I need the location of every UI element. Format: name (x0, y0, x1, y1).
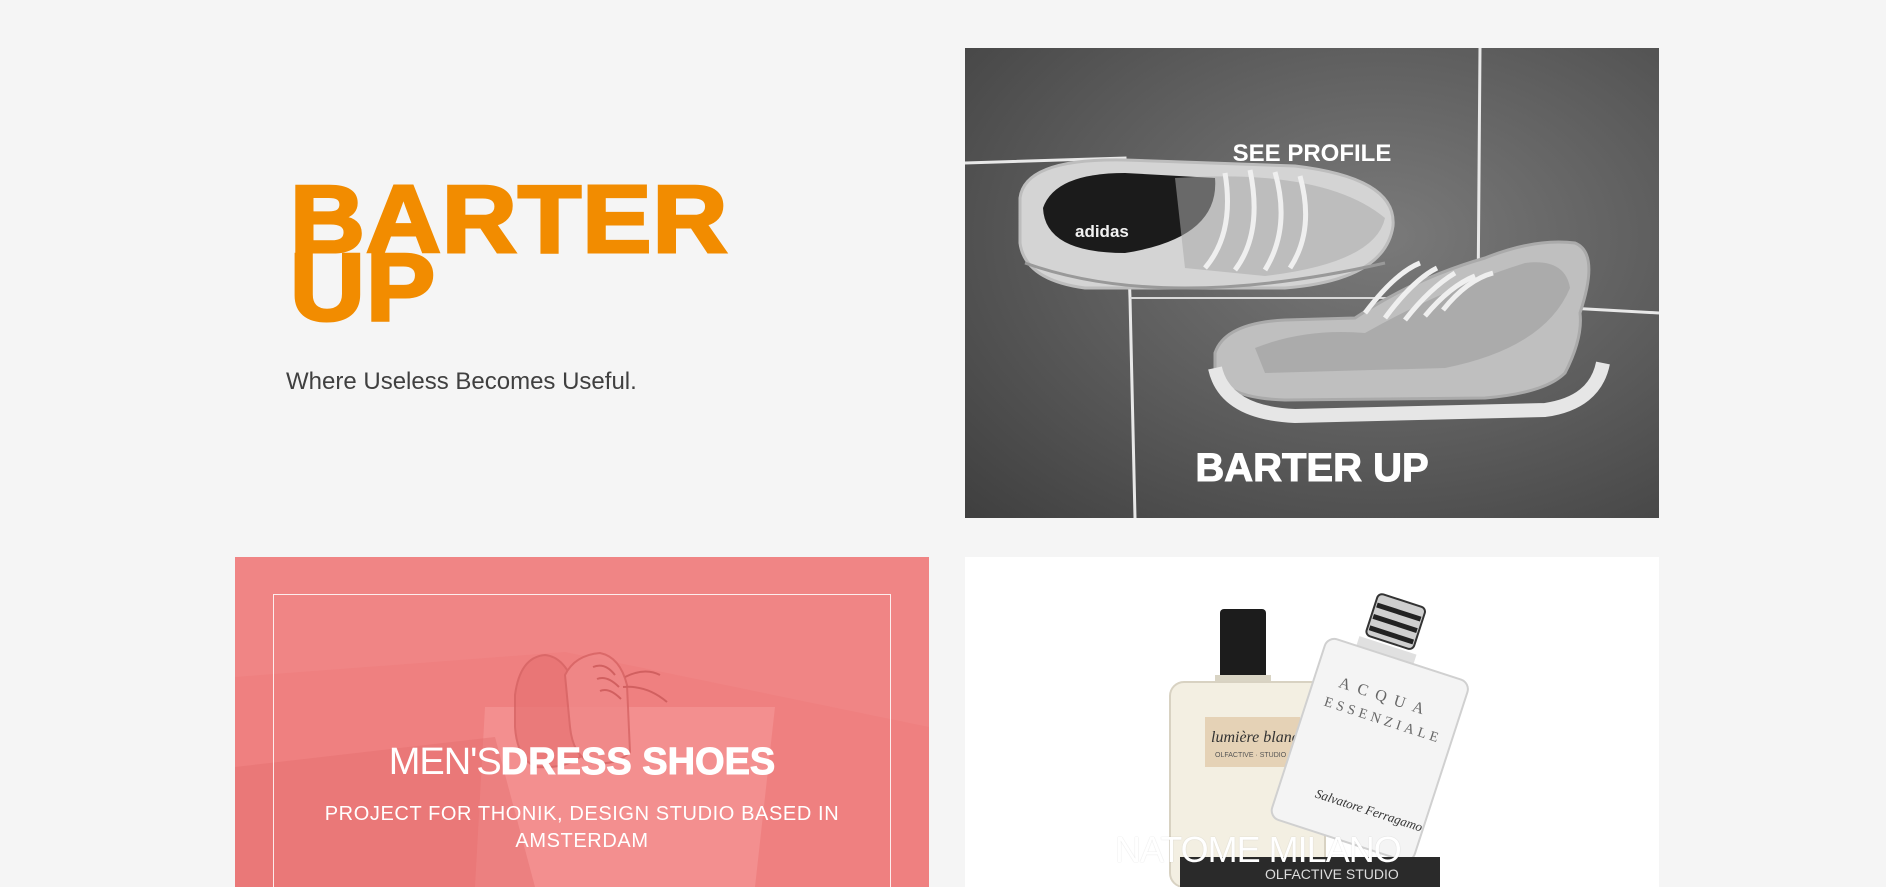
card-heading: MEN'SDRESS SHOES (235, 741, 929, 783)
card-heading-light: MEN'S (388, 741, 502, 783)
portfolio-card-dress-shoes[interactable]: MEN'SDRESS SHOES PROJECT FOR THONIK, DES… (235, 557, 929, 887)
bottle-label-small: OLFACTIVE · STUDIO (1215, 752, 1287, 759)
adidas-logo-text: adidas (1075, 222, 1129, 241)
tagline: Where Useless Becomes Useful. (286, 368, 637, 395)
card-description: PROJECT FOR THONIK, DESIGN STUDIO BASED … (324, 803, 840, 852)
card-heading-bold: DRESS SHOES (500, 741, 776, 783)
see-profile-link[interactable]: SEE PROFILE (965, 140, 1659, 168)
portfolio-card-perfume[interactable]: lumière blanche OLFACTIVE · STUDIO ACQUA… (965, 557, 1659, 887)
card-title: BARTER UP (1195, 446, 1429, 491)
brand-logo-line-2: UP (288, 234, 437, 341)
card-caption: NATOME MILANO (1115, 829, 1402, 870)
portfolio-card-sneakers[interactable]: adidas SEE PROFILE BARTER UP (965, 48, 1659, 518)
brand-logo: BARTER UP (288, 170, 790, 337)
